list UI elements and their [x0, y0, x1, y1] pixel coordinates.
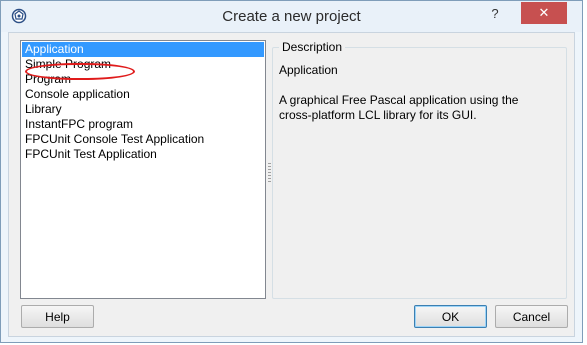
dialog-body: Application Simple Program Program Conso… — [8, 32, 575, 337]
list-item[interactable]: Simple Program — [22, 57, 264, 72]
project-type-list[interactable]: Application Simple Program Program Conso… — [20, 40, 266, 299]
splitter-grip-icon[interactable] — [268, 163, 271, 183]
close-icon: ✕ — [538, 5, 550, 20]
cancel-button[interactable]: Cancel — [495, 305, 568, 328]
list-item[interactable]: FPCUnit Console Test Application — [22, 132, 264, 147]
list-item[interactable]: FPCUnit Test Application — [22, 147, 264, 162]
create-project-dialog: Create a new project ? ✕ Application Sim… — [0, 0, 583, 343]
list-item[interactable]: Application — [22, 42, 264, 57]
list-item[interactable]: Library — [22, 102, 264, 117]
description-group-label: Description — [279, 40, 346, 55]
description-text: A graphical Free Pascal application usin… — [279, 93, 519, 122]
list-item[interactable]: InstantFPC program — [22, 117, 264, 132]
help-button[interactable]: Help — [21, 305, 94, 328]
help-caption-button[interactable]: ? — [482, 2, 508, 24]
description-group — [272, 47, 567, 299]
list-item[interactable]: Program — [22, 72, 264, 87]
close-button[interactable]: ✕ — [521, 2, 567, 24]
title-bar[interactable]: Create a new project ? ✕ — [1, 1, 582, 32]
ok-button[interactable]: OK — [414, 305, 487, 328]
question-icon: ? — [491, 5, 499, 21]
description-title: Application — [279, 63, 338, 77]
list-item[interactable]: Console application — [22, 87, 264, 102]
